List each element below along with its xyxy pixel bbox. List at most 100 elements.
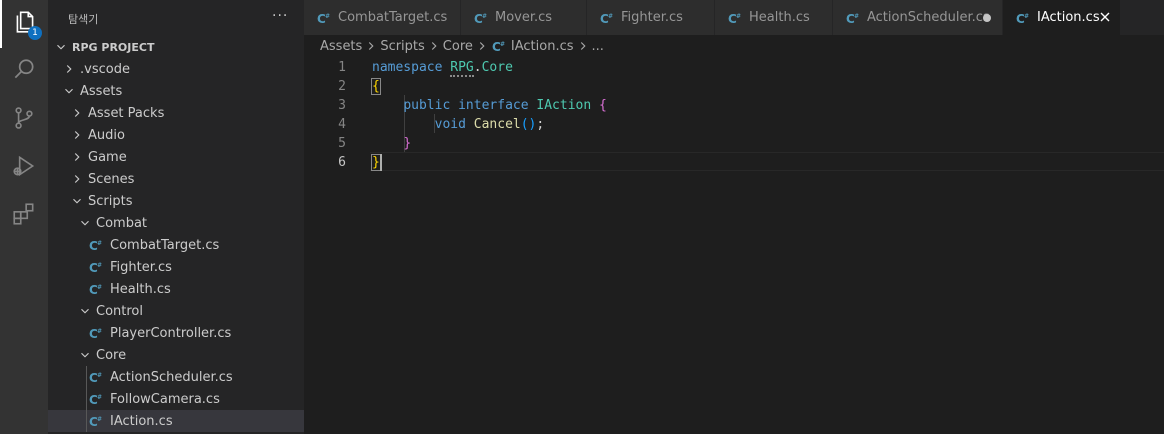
folder-tree-item[interactable]: Assets (48, 80, 304, 102)
more-actions-button[interactable]: ··· (272, 8, 288, 24)
folder-tree-item[interactable]: .vscode (48, 58, 304, 80)
tree-item-label: Control (96, 303, 143, 319)
folder-tree-item[interactable]: Scripts (48, 190, 304, 212)
tab-label: CombatTarget.cs (338, 10, 448, 25)
tab-label: Mover.cs (495, 10, 553, 25)
tree-item-label: ActionScheduler.cs (110, 369, 233, 385)
chevron-right-icon (70, 106, 84, 120)
editor-tab[interactable]: C # Fighter.cs (587, 0, 715, 35)
folder-tree-item[interactable]: Scenes (48, 168, 304, 190)
chevron-right-icon (576, 39, 590, 53)
search-button[interactable] (0, 48, 48, 96)
code-line[interactable]: } (372, 134, 411, 153)
svg-text:#: # (608, 13, 613, 20)
source-control-button[interactable] (0, 96, 48, 144)
svg-text:#: # (97, 328, 102, 335)
csharp-file-icon: C # (88, 369, 104, 385)
code-token: } (371, 154, 381, 171)
csharp-file-icon: C # (88, 281, 104, 297)
folder-tree-item[interactable]: Game (48, 146, 304, 168)
run-debug-icon (11, 153, 37, 183)
extensions-button[interactable] (0, 192, 48, 240)
code-editor[interactable]: 1 2 3 4 5 6 namespace RPG.Core{ public interfa… (304, 57, 1164, 434)
sidebar-title: 탐색기 (68, 13, 99, 26)
file-tree-item[interactable]: C # PlayerController.cs (48, 322, 304, 344)
code-line[interactable]: void Cancel(); (372, 115, 545, 134)
line-number: 5 (338, 136, 346, 151)
tab-label: ActionScheduler.cs (867, 10, 990, 25)
chevron-down-icon (70, 194, 84, 208)
code-line[interactable]: { (371, 77, 381, 96)
csharp-file-icon: C # (473, 10, 489, 26)
svg-text:#: # (500, 41, 505, 48)
explorer-button[interactable]: 1 (0, 0, 48, 48)
breadcrumb-item[interactable]: Scripts (380, 39, 424, 54)
tree-item-label: Audio (88, 127, 125, 143)
svg-text:#: # (97, 284, 102, 291)
csharp-file-icon: C # (88, 259, 104, 275)
folder-tree-item[interactable]: Audio (48, 124, 304, 146)
svg-text:#: # (325, 13, 330, 20)
code-line[interactable]: public interface IAction { (372, 96, 607, 115)
project-section-header[interactable]: RPG PROJECT (48, 36, 304, 58)
breadcrumb-item[interactable]: Core (443, 39, 473, 54)
chevron-down-icon (54, 40, 68, 54)
editor-tab[interactable]: C # IAction.cs (1003, 0, 1121, 35)
editor-tab[interactable]: C # CombatTarget.cs (304, 0, 461, 35)
svg-text:#: # (97, 416, 102, 423)
tree-item-label: CombatTarget.cs (110, 237, 220, 253)
code-token: . (473, 60, 482, 75)
folder-tree-item[interactable]: Core (48, 344, 304, 366)
folder-tree-item[interactable]: Control (48, 300, 304, 322)
tree-item-label: PlayerController.cs (110, 325, 232, 341)
breadcrumb: Assets Scripts Core C # IAction.cs... (304, 35, 1164, 57)
activity-bar: 1 (0, 0, 48, 434)
editor-tab[interactable]: C # Mover.cs (461, 0, 587, 35)
unsaved-dot-icon[interactable] (983, 14, 991, 22)
folder-tree-item[interactable]: Asset Packs (48, 102, 304, 124)
chevron-right-icon (475, 39, 489, 53)
code-token: { (371, 78, 381, 95)
file-tree-item[interactable]: C # CombatTarget.cs (48, 234, 304, 256)
line-number: 6 (338, 155, 346, 170)
file-tree-item[interactable]: C # Fighter.cs (48, 256, 304, 278)
breadcrumb-item[interactable]: Assets (320, 39, 362, 54)
chevron-right-icon (70, 172, 84, 186)
folder-tree-item[interactable]: Combat (48, 212, 304, 234)
run-debug-button[interactable] (0, 144, 48, 192)
csharp-file-icon: C # (88, 325, 104, 341)
editor-tab[interactable]: C # Health.cs (715, 0, 833, 35)
code-token: void (434, 117, 466, 132)
line-number: 1 (338, 60, 346, 75)
svg-text:#: # (482, 13, 487, 20)
current-line-highlight (370, 152, 1164, 171)
csharp-file-icon: C # (88, 237, 104, 253)
explorer-badge: 1 (28, 26, 42, 40)
svg-text:#: # (97, 372, 102, 379)
breadcrumb-symbol[interactable]: ... (592, 39, 604, 54)
tab-label: Fighter.cs (621, 10, 683, 25)
chevron-down-icon (78, 304, 92, 318)
breadcrumb-file[interactable]: IAction.cs (511, 39, 574, 54)
extensions-icon (11, 201, 37, 231)
code-token: RPG (450, 60, 474, 77)
svg-text:#: # (1024, 13, 1029, 20)
editor-tab[interactable]: C # ActionScheduler.cs (833, 0, 1003, 35)
chevron-right-icon (364, 39, 378, 53)
chevron-right-icon (70, 150, 84, 164)
code-line[interactable]: } (371, 153, 381, 172)
code-token: Core (481, 60, 513, 75)
code-token: Cancel (473, 117, 521, 132)
tab-bar: C # CombatTarget.cs C # Mover.cs C # Fighter.cs C… (304, 0, 1164, 35)
file-tree-item[interactable]: C # Health.cs (48, 278, 304, 300)
code-line[interactable]: namespace RPG.Core (372, 58, 513, 77)
tab-label: Health.cs (749, 10, 810, 25)
csharp-file-icon: C # (491, 38, 507, 54)
svg-text:#: # (97, 394, 102, 401)
close-icon[interactable] (1098, 10, 1112, 24)
tree-item-label: Asset Packs (88, 105, 165, 121)
chevron-right-icon (427, 39, 441, 53)
